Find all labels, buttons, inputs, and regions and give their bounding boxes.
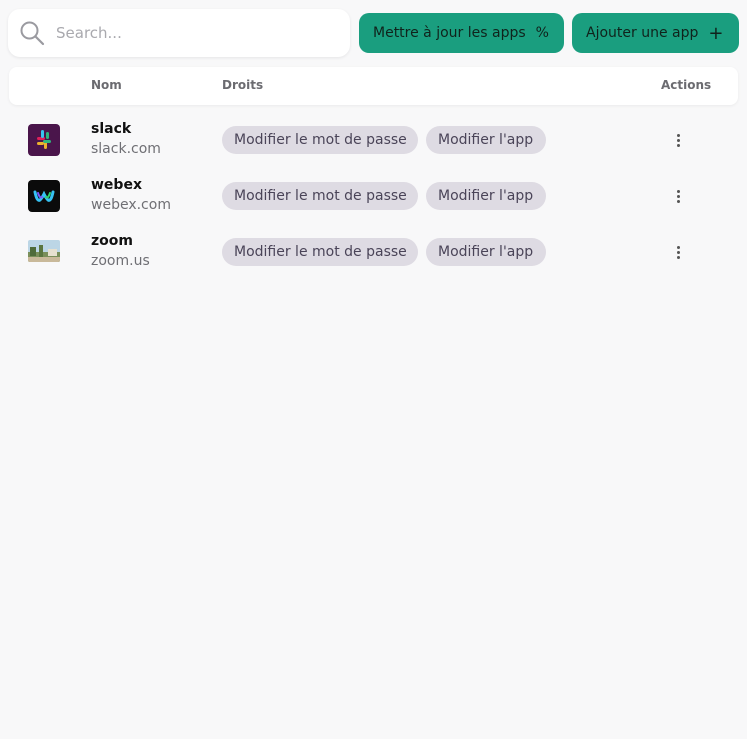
- app-domain: zoom.us: [91, 253, 150, 269]
- table-row: webex webex.com Modifier le mot de passe…: [9, 173, 738, 229]
- zoom-logo-image: [28, 240, 60, 262]
- add-app-button[interactable]: Ajouter une app +: [572, 13, 739, 53]
- column-header-name: Nom: [91, 78, 122, 92]
- app-domain: webex.com: [91, 197, 171, 213]
- plus-icon: +: [708, 22, 724, 44]
- right-chip-edit-app: Modifier l'app: [426, 182, 546, 210]
- right-chip-edit-app: Modifier l'app: [426, 126, 546, 154]
- right-chip-edit-password: Modifier le mot de passe: [222, 126, 418, 154]
- app-name: webex: [91, 177, 142, 193]
- right-chip-edit-password: Modifier le mot de passe: [222, 238, 418, 266]
- more-actions-icon[interactable]: [674, 190, 682, 204]
- percent-icon: %: [535, 25, 549, 41]
- right-chip-edit-app: Modifier l'app: [426, 238, 546, 266]
- table-header: Nom Droits Actions: [9, 67, 738, 105]
- column-header-actions: Actions: [661, 78, 712, 92]
- table-row: slack slack.com Modifier le mot de passe…: [9, 117, 738, 173]
- app-name: zoom: [91, 233, 133, 249]
- update-apps-button[interactable]: Mettre à jour les apps %: [359, 13, 564, 53]
- more-actions-icon[interactable]: [674, 246, 682, 260]
- search-input[interactable]: [56, 9, 336, 57]
- search-icon: [20, 21, 45, 46]
- app-name: slack: [91, 121, 132, 137]
- update-apps-label: Mettre à jour les apps: [373, 25, 526, 41]
- add-app-label: Ajouter une app: [586, 25, 699, 41]
- column-header-rights: Droits: [222, 78, 264, 92]
- slack-logo-icon: [28, 124, 60, 156]
- more-actions-icon[interactable]: [674, 134, 682, 148]
- toolbar: Mettre à jour les apps % Ajouter une app…: [8, 9, 739, 57]
- right-chip-edit-password: Modifier le mot de passe: [222, 182, 418, 210]
- webex-logo-icon: [28, 180, 60, 212]
- table-row: zoom zoom.us Modifier le mot de passe Mo…: [9, 229, 738, 285]
- search-box[interactable]: [8, 9, 350, 57]
- app-domain: slack.com: [91, 141, 161, 157]
